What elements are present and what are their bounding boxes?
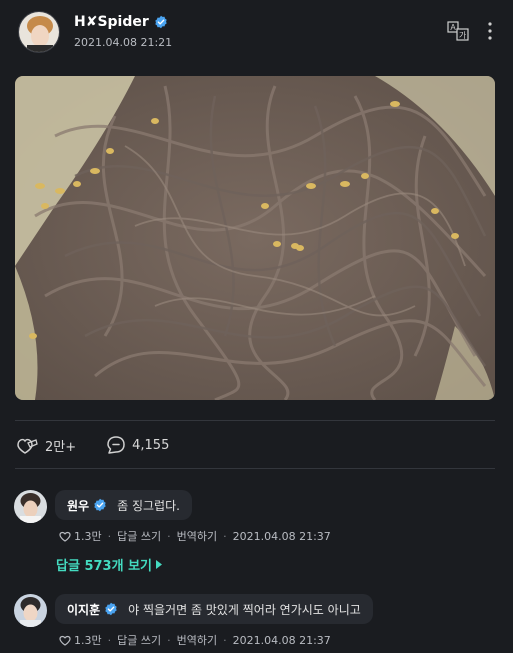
meta-separator: · xyxy=(107,633,112,647)
heart-icon xyxy=(59,635,71,646)
commenter-name[interactable]: 이지훈 xyxy=(67,601,118,618)
divider-top xyxy=(15,420,495,421)
caret-right-icon xyxy=(156,560,162,569)
comment-meta: 1.3만 · 답글 쓰기 · 번역하기 · 2021.04.08 21:37 xyxy=(59,632,331,648)
comment-text: 야 찍을거면 좀 맛있게 찍어라 연가시도 아니고 xyxy=(128,602,361,617)
svg-text:A: A xyxy=(450,23,456,32)
post-timestamp: 2021.04.08 21:21 xyxy=(74,36,173,49)
meta-separator: · xyxy=(107,529,112,543)
more-vertical-icon xyxy=(488,22,492,40)
post-header: H✘Spider 2021.04.08 21:21 A 가 xyxy=(16,10,503,60)
commenter-name-text: 이지훈 xyxy=(67,602,101,617)
like-count: 2만+ xyxy=(45,439,77,455)
comment-bubble: 원우 좀 징그럽다. xyxy=(55,490,192,520)
comment-button[interactable]: 4,155 xyxy=(106,435,169,455)
comment-count: 4,155 xyxy=(132,437,170,453)
svg-text:가: 가 xyxy=(459,31,467,40)
translate-comment-button[interactable]: 번역하기 xyxy=(177,528,217,544)
meta-separator: · xyxy=(167,529,171,543)
comment-item: 원우 좀 징그럽다. 1.3만 · 답글 쓰기 · 번역하기 · 2021.04… xyxy=(14,490,499,550)
author-name[interactable]: H✘Spider xyxy=(74,14,168,30)
translate-icon: A 가 xyxy=(447,21,469,41)
comment-timestamp: 2021.04.08 21:37 xyxy=(232,529,331,543)
author-name-text: H✘Spider xyxy=(74,14,149,30)
like-button[interactable]: 2만+ xyxy=(15,435,76,455)
author-avatar[interactable] xyxy=(18,11,60,53)
meta-separator: · xyxy=(167,633,171,647)
verified-badge-icon xyxy=(105,602,117,616)
heart-icon xyxy=(59,531,71,542)
verified-badge-icon xyxy=(94,498,106,512)
comment-like-count: 1.3만 xyxy=(74,634,102,647)
noodles-image xyxy=(15,76,495,400)
comment-meta: 1.3만 · 답글 쓰기 · 번역하기 · 2021.04.08 21:37 xyxy=(59,528,331,544)
post-stats: 2만+ 4,155 xyxy=(15,432,169,458)
meta-separator: · xyxy=(223,529,227,543)
post-photo[interactable] xyxy=(15,76,495,400)
comment-like-count: 1.3만 xyxy=(74,530,102,543)
commenter-avatar[interactable] xyxy=(14,490,47,523)
commenter-name[interactable]: 원우 xyxy=(67,497,107,514)
commenter-name-text: 원우 xyxy=(67,498,90,513)
comment-bubble: 이지훈 야 찍을거면 좀 맛있게 찍어라 연가시도 아니고 xyxy=(55,594,373,624)
translate-comment-button[interactable]: 번역하기 xyxy=(177,632,217,648)
comment-text: 좀 징그럽다. xyxy=(117,498,180,513)
divider-bottom xyxy=(15,468,495,469)
translate-button[interactable]: A 가 xyxy=(447,20,469,42)
commenter-avatar[interactable] xyxy=(14,594,47,627)
comment-like-button[interactable]: 1.3만 xyxy=(59,632,102,648)
comment-like-button[interactable]: 1.3만 xyxy=(59,528,102,544)
reply-button[interactable]: 답글 쓰기 xyxy=(117,528,161,544)
comment-item: 이지훈 야 찍을거면 좀 맛있게 찍어라 연가시도 아니고 1.3만 · 답글 … xyxy=(14,594,499,652)
meta-separator: · xyxy=(223,633,227,647)
comment-timestamp: 2021.04.08 21:37 xyxy=(232,633,331,647)
view-replies-label: 답글 573개 보기 xyxy=(56,559,152,574)
reply-button[interactable]: 답글 쓰기 xyxy=(117,632,161,648)
more-options-button[interactable] xyxy=(483,18,497,44)
like-icon xyxy=(17,438,38,454)
verified-badge-icon xyxy=(155,15,167,29)
comment-icon xyxy=(107,436,125,454)
view-replies-link[interactable]: 답글 573개 보기 xyxy=(56,555,162,574)
